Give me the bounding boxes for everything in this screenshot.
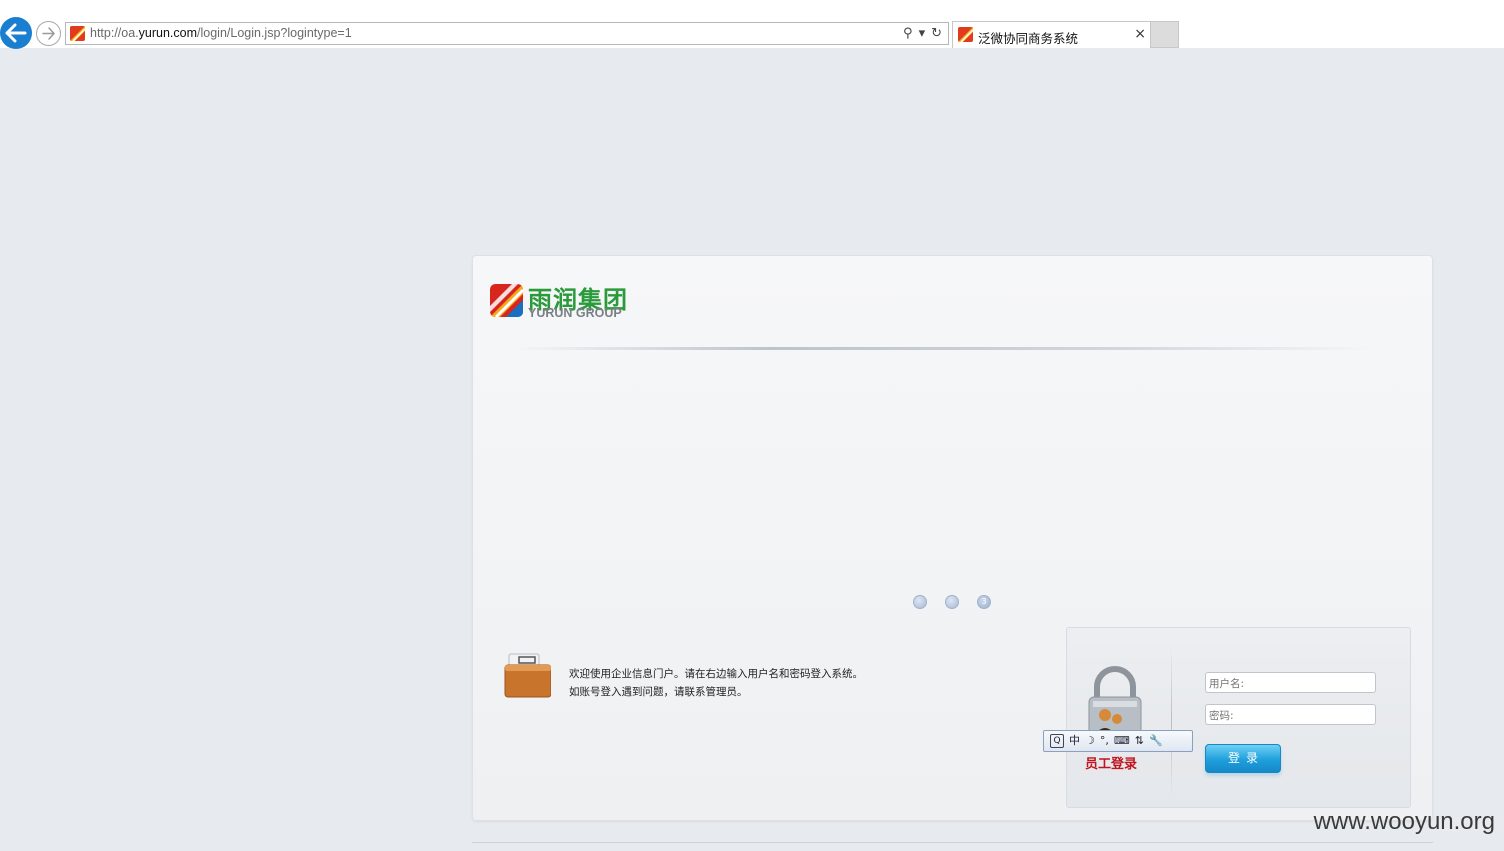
arrow-left-icon: [5, 23, 27, 43]
refresh-icon[interactable]: ↻: [931, 26, 942, 42]
forward-button[interactable]: [36, 21, 61, 46]
address-bar[interactable]: http://oa.yurun.com/login/Login.jsp?logi…: [65, 22, 949, 45]
welcome-line-1: 欢迎使用企业信息门户。请在右边输入用户名和密码登入系统。: [569, 668, 863, 680]
briefcase-icon: [504, 653, 551, 698]
url-text[interactable]: http://oa.yurun.com/login/Login.jsp?logi…: [90, 26, 352, 40]
chevron-down-icon[interactable]: ▾: [919, 26, 926, 42]
search-icon[interactable]: ⚲: [903, 26, 913, 42]
slider-pagination: 3: [913, 595, 991, 609]
password-input[interactable]: [1205, 704, 1376, 725]
watermark-text: www.wooyun.org: [1313, 808, 1495, 835]
company-logo: 雨润集团 YURUN GROUP: [490, 284, 650, 332]
header-divider: [513, 347, 1373, 350]
login-panel: 雨润集团 YURUN GROUP 3 欢迎使用企业信息门户。请在右边输入用户名和…: [472, 255, 1433, 821]
welcome-message: 欢迎使用企业信息门户。请在右边输入用户名和密码登入系统。 如账号登入遇到问题，请…: [569, 665, 863, 701]
ime-toolbar: Q 中 ☽ °, ⌨ ⇅ 🔧: [1043, 730, 1193, 752]
tab-favicon-icon: [958, 27, 973, 42]
yurun-logo-icon: [490, 284, 523, 317]
employee-login-label: 员工登录: [1085, 757, 1138, 772]
logo-english-name: YURUN GROUP: [528, 306, 622, 320]
swap-icon[interactable]: ⇅: [1135, 734, 1144, 748]
close-icon[interactable]: ×: [1134, 26, 1146, 42]
slider-dot-1[interactable]: [913, 595, 927, 609]
wrench-icon[interactable]: 🔧: [1149, 734, 1163, 748]
site-favicon-icon: [70, 26, 85, 41]
username-input[interactable]: [1205, 672, 1376, 693]
page-bottom-divider: [472, 842, 1433, 843]
keyboard-icon[interactable]: ⌨: [1114, 734, 1130, 748]
browser-chrome: http://oa.yurun.com/login/Login.jsp?logi…: [0, 0, 1504, 49]
login-divider: [1171, 646, 1172, 796]
tab-title: 泛微协同商务系统: [978, 31, 1079, 46]
browser-tab[interactable]: 泛微协同商务系统 ×: [952, 21, 1151, 48]
login-box: 员工登录 登录: [1066, 627, 1411, 808]
punctuation-icon[interactable]: °,: [1100, 734, 1109, 748]
new-tab-button[interactable]: [1151, 21, 1179, 48]
ime-mode-toggle[interactable]: 中: [1069, 734, 1080, 748]
slider-dot-2[interactable]: [945, 595, 959, 609]
address-bar-actions: ⚲ ▾ ↻: [903, 26, 942, 42]
login-button[interactable]: 登录: [1205, 744, 1281, 773]
ime-logo-icon[interactable]: Q: [1050, 734, 1064, 748]
slider-dot-3[interactable]: 3: [977, 595, 991, 609]
arrow-right-icon: [42, 27, 55, 40]
moon-icon[interactable]: ☽: [1085, 734, 1095, 748]
back-button[interactable]: [0, 17, 32, 49]
welcome-line-2: 如账号登入遇到问题，请联系管理员。: [569, 686, 748, 698]
